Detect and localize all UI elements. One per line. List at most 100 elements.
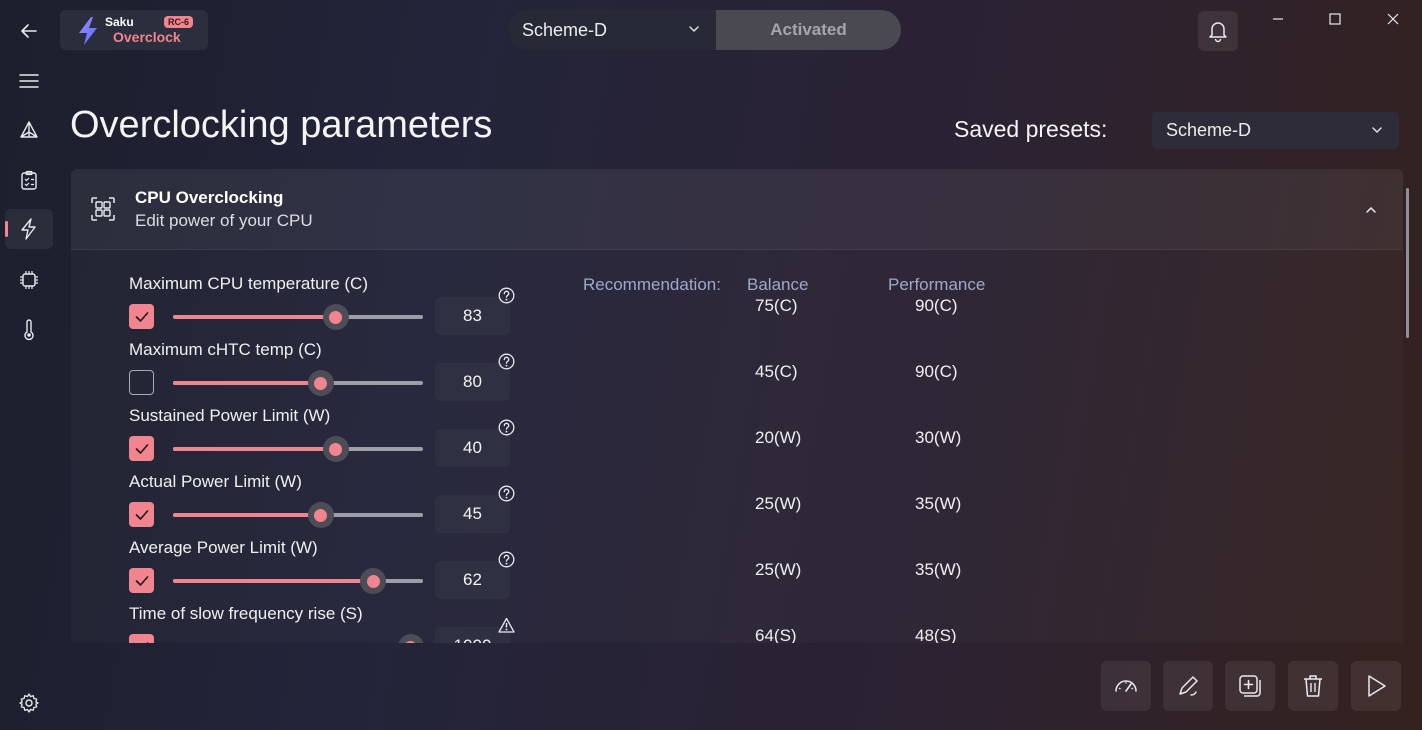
param-slider-fill: [173, 513, 321, 517]
cpu-overclocking-panel: CPU Overclocking Edit power of your CPU …: [71, 169, 1403, 643]
close-button[interactable]: [1370, 8, 1416, 30]
apply-icon: [1368, 675, 1386, 697]
version-badge: RC-6: [164, 16, 194, 28]
param-enable-checkbox[interactable]: [129, 304, 154, 329]
recommendation-performance-value: 90(C): [915, 296, 958, 315]
settings-button[interactable]: [18, 692, 40, 714]
sidebar-item-checklist[interactable]: [5, 160, 53, 200]
recommendation-balance-header: Balance: [747, 275, 809, 294]
speed-test-button[interactable]: [1101, 661, 1151, 711]
sidebar-item-power[interactable]: [5, 209, 53, 249]
param-enable-checkbox[interactable]: [129, 568, 154, 593]
back-button[interactable]: [5, 11, 53, 51]
clipboard-check-icon: [21, 170, 37, 190]
delete-icon: [1304, 675, 1322, 697]
param-enable-checkbox[interactable]: [129, 436, 154, 461]
param-enable-checkbox[interactable]: [129, 502, 154, 527]
thermometer-icon: [24, 319, 34, 341]
chevron-down-icon: [689, 26, 699, 33]
param-slider-thumb[interactable]: [322, 304, 349, 330]
gear-icon: [19, 693, 39, 713]
param-label: Average Power Limit (W): [129, 538, 318, 557]
prism-icon: [20, 121, 38, 138]
add-button[interactable]: [1225, 661, 1275, 711]
back-arrow-icon: [21, 24, 37, 38]
recommendation-performance-value: 90(C): [915, 362, 958, 381]
minimize-button[interactable]: [1255, 8, 1301, 30]
param-slider-track[interactable]: [173, 513, 423, 517]
notifications-button[interactable]: [1198, 11, 1238, 51]
checkmark-icon: [135, 509, 148, 520]
minimize-icon: [1273, 18, 1283, 20]
presets-label: Saved presets:: [954, 116, 1108, 142]
checkmark-icon: [135, 575, 148, 586]
param-enable-checkbox[interactable]: [129, 634, 154, 643]
param-label: Sustained Power Limit (W): [129, 406, 331, 425]
question-icon[interactable]: [498, 353, 515, 370]
logo-saku-text: Saku: [105, 15, 134, 29]
maximize-button[interactable]: [1312, 8, 1358, 30]
menu-button[interactable]: [5, 61, 53, 101]
scheme-switcher: Scheme-D Activated: [508, 10, 901, 50]
chevron-up-icon[interactable]: [1365, 204, 1377, 216]
param-slider-track[interactable]: [173, 447, 423, 451]
add-icon: [1239, 675, 1261, 697]
recommendation-label: Recommendation:: [583, 275, 721, 294]
param-slider-fill: [173, 447, 336, 451]
recommendation-performance-value: 48(S): [915, 626, 957, 643]
param-slider-fill: [173, 579, 373, 583]
checkmark-icon: [135, 311, 148, 322]
question-icon[interactable]: [498, 287, 515, 304]
param-slider-thumb[interactable]: [397, 634, 424, 643]
presets-dropdown-value: Scheme-D: [1166, 120, 1252, 140]
sidebar-item-cpu[interactable]: [5, 260, 53, 300]
maximize-icon: [1329, 13, 1341, 25]
section-subtitle: Edit power of your CPU: [135, 211, 313, 230]
close-icon: [1387, 13, 1399, 25]
delete-button[interactable]: [1288, 661, 1338, 711]
param-label: Maximum cHTC temp (C): [129, 340, 322, 359]
param-slider-fill: [173, 315, 336, 319]
scheme-dropdown-value: Scheme-D: [522, 19, 608, 40]
param-slider-track[interactable]: [173, 381, 423, 385]
recommendation-performance-header: Performance: [888, 275, 986, 294]
edit-icon: [1179, 676, 1198, 696]
question-icon[interactable]: [498, 419, 515, 436]
app-logo: Saku Overclock RC-6: [60, 10, 208, 50]
panel-scrollbar[interactable]: [1406, 188, 1409, 338]
bolt-logo-icon: [79, 17, 97, 45]
sidebar-item-home[interactable]: [5, 110, 53, 150]
speedometer-icon: [1115, 680, 1137, 692]
cpu-overclocking-header[interactable]: CPU Overclocking Edit power of your CPU: [71, 169, 1403, 250]
section-title: CPU Overclocking: [135, 188, 284, 207]
param-slider-track[interactable]: [173, 315, 423, 319]
lightning-icon: [21, 218, 36, 240]
presets-dropdown[interactable]: Scheme-D: [1152, 112, 1399, 149]
logo-overclock-text: Overclock: [113, 29, 181, 45]
recommendation-performance-value: 30(W): [915, 428, 962, 447]
param-enable-checkbox[interactable]: [129, 370, 154, 395]
param-slider-thumb[interactable]: [307, 502, 334, 528]
edit-button[interactable]: [1163, 661, 1213, 711]
checkmark-icon: [145, 641, 148, 643]
param-slider-thumb[interactable]: [322, 436, 349, 462]
hamburger-icon: [19, 74, 39, 88]
question-icon[interactable]: [498, 485, 515, 502]
page-title: Overclocking parameters: [70, 104, 493, 146]
sidebar-item-temperature[interactable]: [5, 310, 53, 350]
warning-icon[interactable]: [498, 617, 515, 634]
recommendation-balance-value: 75(C): [755, 296, 798, 315]
scheme-dropdown[interactable]: Scheme-D: [508, 10, 716, 50]
apply-button[interactable]: [1351, 661, 1401, 711]
param-slider-thumb[interactable]: [307, 370, 334, 396]
recommendation-balance-value: 25(W): [755, 494, 802, 513]
activated-button[interactable]: Activated: [716, 10, 901, 50]
question-icon[interactable]: [498, 551, 515, 568]
param-label: Actual Power Limit (W): [129, 472, 302, 491]
param-slider-fill: [173, 381, 321, 385]
recommendation-balance-value: 20(W): [755, 428, 802, 447]
recommendation-performance-value: 35(W): [915, 494, 962, 513]
param-label: Maximum CPU temperature (C): [129, 274, 368, 293]
param-slider-thumb[interactable]: [360, 568, 386, 594]
recommendation-balance-value: 64(S): [755, 626, 797, 643]
